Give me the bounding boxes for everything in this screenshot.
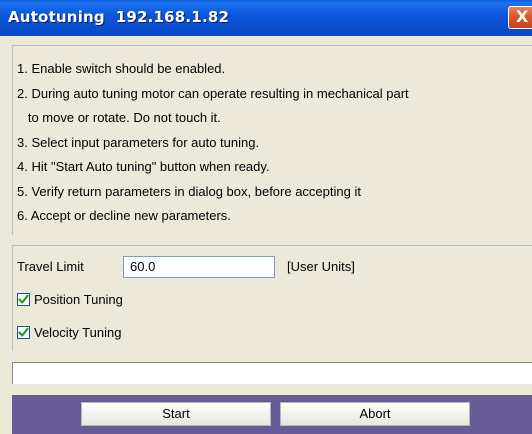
instruction-line: to move or rotate. Do not touch it. <box>17 110 221 125</box>
status-field <box>12 362 532 384</box>
instruction-line: 6. Accept or decline new parameters. <box>17 208 231 223</box>
title-bar[interactable]: Autotuning 192.168.1.82 X <box>0 0 532 36</box>
travel-limit-units: [User Units] <box>287 259 355 274</box>
autotuning-dialog: Autotuning 192.168.1.82 X 1. Enable swit… <box>0 0 532 434</box>
instruction-line: 3. Select input parameters for auto tuni… <box>17 135 260 150</box>
instruction-line: 1. Enable switch should be enabled. <box>17 61 226 76</box>
abort-button[interactable]: Abort <box>280 402 470 426</box>
velocity-tuning-checkbox[interactable] <box>17 326 30 339</box>
parameters-panel: Travel Limit 60.0 [User Units] Position … <box>12 245 532 351</box>
instruction-line: 4. Hit "Start Auto tuning" button when r… <box>17 159 270 174</box>
travel-limit-label: Travel Limit <box>17 259 84 274</box>
instructions-panel: 1. Enable switch should be enabled. 2. D… <box>12 45 532 235</box>
position-tuning-checkbox[interactable] <box>17 293 30 306</box>
check-icon <box>18 294 29 304</box>
close-icon: X <box>516 7 529 26</box>
position-tuning-label[interactable]: Position Tuning <box>34 292 123 307</box>
close-button[interactable]: X <box>508 6 532 29</box>
button-bar: Start Abort <box>12 395 532 434</box>
travel-limit-input[interactable]: 60.0 <box>123 256 275 278</box>
velocity-tuning-label[interactable]: Velocity Tuning <box>34 325 121 340</box>
instruction-line: 2. During auto tuning motor can operate … <box>17 86 409 101</box>
instruction-line: 5. Verify return parameters in dialog bo… <box>17 184 361 199</box>
window-title: Autotuning 192.168.1.82 <box>8 8 230 26</box>
check-icon <box>18 327 29 337</box>
start-button[interactable]: Start <box>81 402 271 426</box>
